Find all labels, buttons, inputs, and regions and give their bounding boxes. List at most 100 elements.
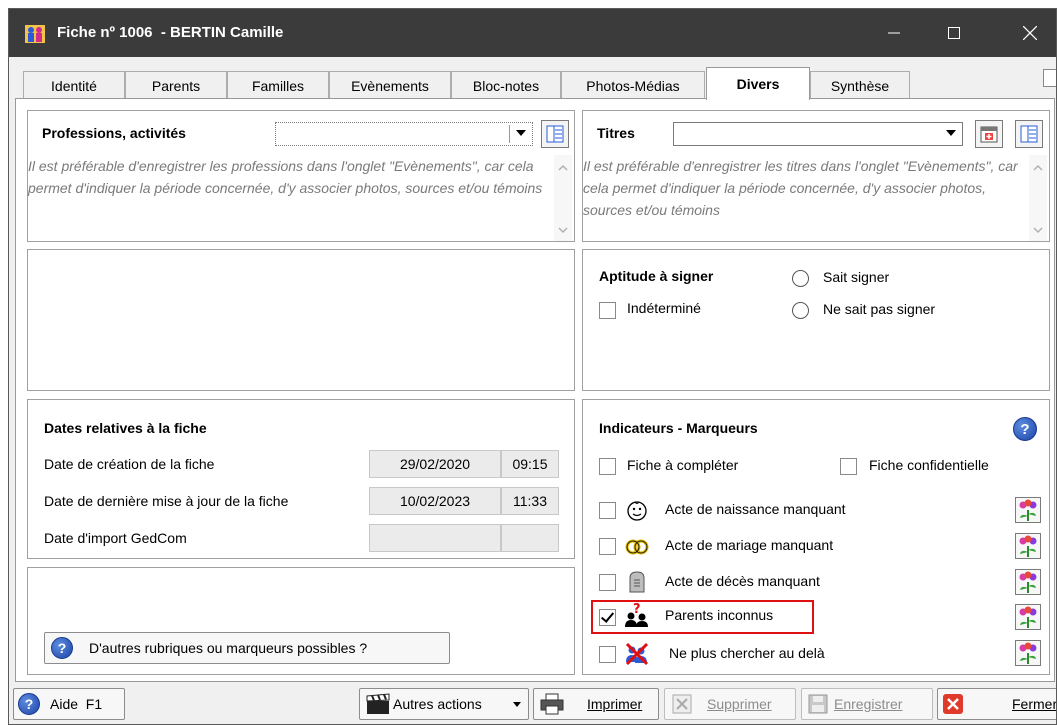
flower-icon bbox=[1019, 499, 1037, 521]
professions-panel: Professions, activités Il est préférable… bbox=[27, 110, 575, 242]
fiche-confidentielle-checkbox[interactable] bbox=[840, 458, 857, 475]
fiche-a-completer-checkbox[interactable] bbox=[599, 458, 616, 475]
combo-separator bbox=[509, 125, 510, 143]
tab-bar: Identité Parents Familles Evènements Blo… bbox=[9, 67, 1056, 100]
acte-mariage-checkbox[interactable] bbox=[599, 538, 616, 555]
acte-naissance-label: Acte de naissance manquant bbox=[665, 501, 846, 517]
autres-actions-label: Autres actions bbox=[393, 696, 482, 712]
tab-parents[interactable]: Parents bbox=[125, 71, 227, 99]
close-icon bbox=[1023, 26, 1037, 40]
clapperboard-icon bbox=[366, 693, 390, 714]
titres-scrollbar[interactable] bbox=[1029, 155, 1047, 241]
acte-deces-flower-button[interactable] bbox=[1015, 569, 1041, 595]
fermer-button[interactable]: Fermer bbox=[937, 688, 1056, 720]
tab-photos-medias[interactable]: Photos-Médias bbox=[561, 71, 705, 99]
scroll-up-icon bbox=[558, 164, 568, 171]
ne-plus-chercher-flower-button[interactable] bbox=[1015, 640, 1041, 666]
tab-familles[interactable]: Familles bbox=[227, 71, 329, 99]
acte-naissance-checkbox[interactable] bbox=[599, 502, 616, 519]
indetermine-label: Indéterminé bbox=[627, 300, 701, 316]
acte-deces-label: Acte de décès manquant bbox=[665, 573, 820, 589]
professions-combo[interactable] bbox=[275, 122, 533, 146]
more-markers-button[interactable]: ? D'autres rubriques ou marqueurs possib… bbox=[44, 632, 450, 664]
titres-list-button[interactable] bbox=[1015, 120, 1043, 148]
sait-signer-radio[interactable] bbox=[792, 270, 809, 287]
imprimer-label: Imprimer bbox=[587, 696, 643, 712]
fiche-window: Fiche nº 1006 - BERTIN Camille Identité … bbox=[8, 8, 1057, 725]
scroll-down-icon bbox=[1033, 227, 1043, 234]
acte-deces-checkbox[interactable] bbox=[599, 574, 616, 591]
markers-label: Indicateurs - Marqueurs bbox=[599, 420, 758, 436]
enregistrer-button[interactable]: Enregistrer bbox=[801, 688, 933, 720]
maximize-button[interactable] bbox=[931, 9, 977, 57]
tab-bar-checkbox[interactable] bbox=[1043, 69, 1056, 87]
help-icon: ? bbox=[51, 637, 73, 659]
supprimer-label: Supprimer bbox=[707, 696, 772, 712]
list-icon bbox=[546, 125, 564, 143]
minimize-icon bbox=[888, 32, 900, 34]
indetermine-checkbox[interactable] bbox=[599, 302, 616, 319]
titres-panel: Titres Il est préférable d'enregistrer l… bbox=[582, 110, 1050, 242]
acte-mariage-label: Acte de mariage manquant bbox=[665, 537, 834, 553]
tab-identite[interactable]: Identité bbox=[23, 71, 125, 99]
fiche-a-completer-label: Fiche à compléter bbox=[627, 457, 739, 473]
close-window-button[interactable] bbox=[1007, 9, 1053, 57]
aide-label: Aide F1 bbox=[50, 696, 103, 712]
time-import-field bbox=[501, 524, 559, 552]
empty-panel bbox=[27, 249, 575, 391]
ne-plus-chercher-checkbox[interactable] bbox=[599, 646, 616, 663]
time-maj-field: 11:33 bbox=[501, 487, 559, 515]
professions-hint: Il est préférable d'enregistrer les prof… bbox=[28, 158, 543, 196]
date-import-field bbox=[369, 524, 501, 552]
titres-combo[interactable] bbox=[673, 122, 963, 146]
stop-search-icon bbox=[625, 642, 649, 666]
markers-panel: Indicateurs - Marqueurs ? Fiche à complé… bbox=[582, 399, 1050, 675]
professions-list-button[interactable] bbox=[541, 120, 569, 148]
chevron-down-icon bbox=[513, 702, 521, 707]
scroll-down-icon bbox=[558, 227, 568, 234]
flower-icon bbox=[1019, 571, 1037, 593]
window-title: Fiche nº 1006 - BERTIN Camille bbox=[57, 24, 284, 41]
autres-actions-button[interactable]: Autres actions bbox=[359, 688, 529, 720]
date-creation-label: Date de création de la fiche bbox=[44, 456, 215, 472]
titres-label: Titres bbox=[597, 125, 635, 141]
family-app-icon bbox=[25, 25, 45, 43]
tombstone-icon bbox=[629, 571, 645, 593]
divers-content: Professions, activités Il est préférable… bbox=[15, 98, 1055, 682]
ne-sait-pas-signer-radio[interactable] bbox=[792, 302, 809, 319]
aide-button[interactable]: ? Aide F1 bbox=[13, 688, 125, 720]
date-creation-field: 29/02/2020 bbox=[369, 450, 501, 478]
ne-plus-chercher-label: Ne plus chercher au delà bbox=[669, 645, 825, 661]
tab-divers[interactable]: Divers bbox=[706, 67, 810, 100]
dates-panel: Dates relatives à la fiche Date de créat… bbox=[27, 399, 575, 559]
acte-naissance-flower-button[interactable] bbox=[1015, 497, 1041, 523]
baby-face-icon bbox=[627, 501, 647, 521]
parents-inconnus-checkbox[interactable] bbox=[599, 609, 616, 626]
acte-mariage-flower-button[interactable] bbox=[1015, 533, 1041, 559]
parents-inconnus-flower-button[interactable] bbox=[1015, 604, 1041, 630]
maximize-icon bbox=[948, 27, 960, 39]
tab-bloc-notes[interactable]: Bloc-notes bbox=[451, 71, 561, 99]
enregistrer-label: Enregistrer bbox=[834, 696, 903, 712]
rings-icon bbox=[625, 539, 649, 555]
scroll-up-icon bbox=[1033, 164, 1043, 171]
supprimer-button[interactable]: Supprimer bbox=[664, 688, 796, 720]
calendar-icon bbox=[980, 126, 998, 143]
minimize-button[interactable] bbox=[871, 9, 917, 57]
tab-evenements[interactable]: Evènements bbox=[329, 71, 451, 99]
tab-synthese[interactable]: Synthèse bbox=[810, 71, 910, 99]
list-icon bbox=[1020, 125, 1038, 143]
flower-icon bbox=[1019, 535, 1037, 557]
titres-calendar-button[interactable] bbox=[975, 120, 1003, 148]
title-bar: Fiche nº 1006 - BERTIN Camille bbox=[9, 9, 1056, 57]
dates-label: Dates relatives à la fiche bbox=[44, 420, 207, 436]
printer-icon bbox=[540, 693, 564, 715]
help-icon: ? bbox=[18, 693, 40, 715]
flower-icon bbox=[1019, 606, 1037, 628]
professions-scrollbar[interactable] bbox=[554, 155, 572, 241]
ne-sait-pas-signer-label: Ne sait pas signer bbox=[823, 301, 936, 317]
titres-hint: Il est préférable d'enregistrer les titr… bbox=[583, 158, 1018, 218]
markers-help-icon[interactable]: ? bbox=[1013, 417, 1037, 441]
unknown-parents-icon: ? bbox=[625, 602, 648, 627]
imprimer-button[interactable]: Imprimer bbox=[533, 688, 659, 720]
